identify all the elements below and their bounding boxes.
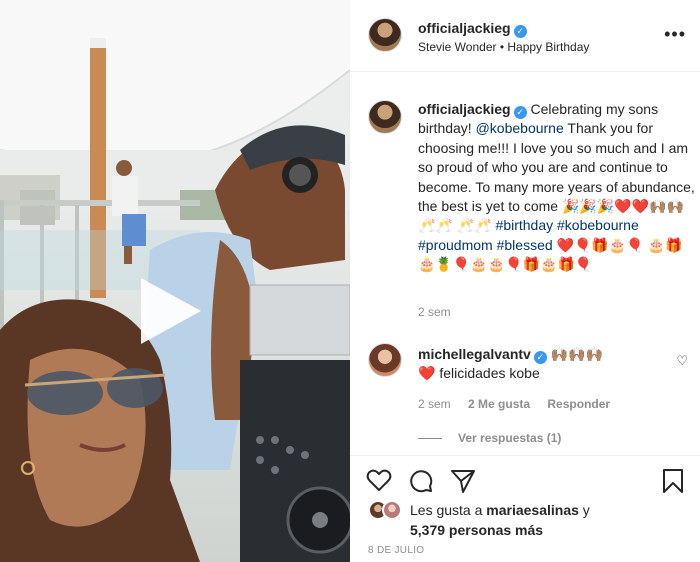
verified-badge-icon: ✓ bbox=[513, 25, 527, 38]
hashtag-blessed[interactable]: #blessed bbox=[497, 237, 553, 253]
post-header: officialjackieg ✓ Stevie Wonder • Happy B… bbox=[350, 0, 700, 72]
comment-heart-emoji: ❤️ bbox=[418, 365, 436, 381]
more-options-icon[interactable]: ••• bbox=[664, 24, 686, 45]
post-date[interactable]: 8 DE JULIO bbox=[368, 545, 424, 556]
like-comment-heart-icon[interactable]: ♡ bbox=[676, 353, 688, 369]
share-send-icon[interactable] bbox=[450, 468, 476, 494]
play-button[interactable] bbox=[141, 278, 201, 344]
likes-connector: y bbox=[582, 502, 590, 518]
comment-bubble-icon[interactable] bbox=[408, 468, 434, 494]
likes-count-link[interactable]: 5,379 personas más bbox=[410, 522, 543, 538]
like-heart-icon[interactable] bbox=[366, 468, 392, 492]
caption-emojis-3: ❤️🎈🎁🎂🎈 bbox=[556, 236, 644, 253]
verified-badge-icon: ✓ bbox=[513, 106, 527, 119]
likes-user-link[interactable]: mariaesalinas bbox=[486, 502, 579, 518]
likes-line-1: Les gusta a mariaesalinas y bbox=[410, 500, 590, 520]
save-bookmark-icon[interactable] bbox=[662, 468, 684, 494]
hashtag-proudmom[interactable]: #proudmom bbox=[418, 237, 493, 253]
comment-meta: 2 sem 2 Me gusta Responder bbox=[418, 397, 624, 411]
caption-emojis-2: 🥂🥂 bbox=[456, 217, 492, 234]
hashtag-birthday[interactable]: #birthday bbox=[496, 217, 554, 233]
caption-author-avatar[interactable] bbox=[368, 100, 402, 134]
view-replies-label: Ver respuestas (1) bbox=[458, 431, 562, 445]
audio-track[interactable]: Stevie Wonder • Happy Birthday bbox=[418, 40, 589, 54]
caption-text: officialjackieg ✓ Celebrating my sons bir… bbox=[418, 100, 696, 275]
post-video[interactable] bbox=[0, 0, 350, 562]
post-panel: officialjackieg ✓ Stevie Wonder • Happy B… bbox=[350, 0, 700, 562]
commenter-username[interactable]: michellegalvantv bbox=[418, 346, 531, 362]
view-replies-button[interactable]: Ver respuestas (1) bbox=[418, 431, 561, 445]
replies-divider bbox=[418, 438, 442, 440]
hashtag-kobebourne[interactable]: #kobebourne bbox=[557, 217, 639, 233]
comment-body: michellegalvantv ✓ 🙌🏽🙌🏽🙌🏽 ❤️ felicidades … bbox=[418, 345, 658, 383]
reply-button[interactable]: Responder bbox=[547, 397, 610, 411]
caption-username[interactable]: officialjackieg bbox=[418, 101, 511, 117]
comment-timestamp[interactable]: 2 sem bbox=[418, 397, 451, 411]
comment-text: felicidades kobe bbox=[439, 365, 540, 381]
mention-link[interactable]: @kobebourne bbox=[476, 120, 564, 136]
caption-timestamp[interactable]: 2 sem bbox=[418, 305, 451, 319]
action-bar bbox=[350, 455, 700, 503]
author-avatar[interactable] bbox=[368, 18, 402, 52]
comment-likes[interactable]: 2 Me gusta bbox=[468, 397, 530, 411]
author-username[interactable]: officialjackieg bbox=[418, 20, 511, 36]
likes-prefix: Les gusta a bbox=[410, 502, 483, 518]
commenter-avatar[interactable] bbox=[368, 343, 402, 377]
comment-emojis: 🙌🏽🙌🏽🙌🏽 bbox=[550, 346, 604, 362]
verified-badge-icon: ✓ bbox=[533, 351, 547, 364]
liker-avatar[interactable] bbox=[382, 500, 402, 520]
likes-line-2: 5,379 personas más bbox=[410, 520, 543, 540]
